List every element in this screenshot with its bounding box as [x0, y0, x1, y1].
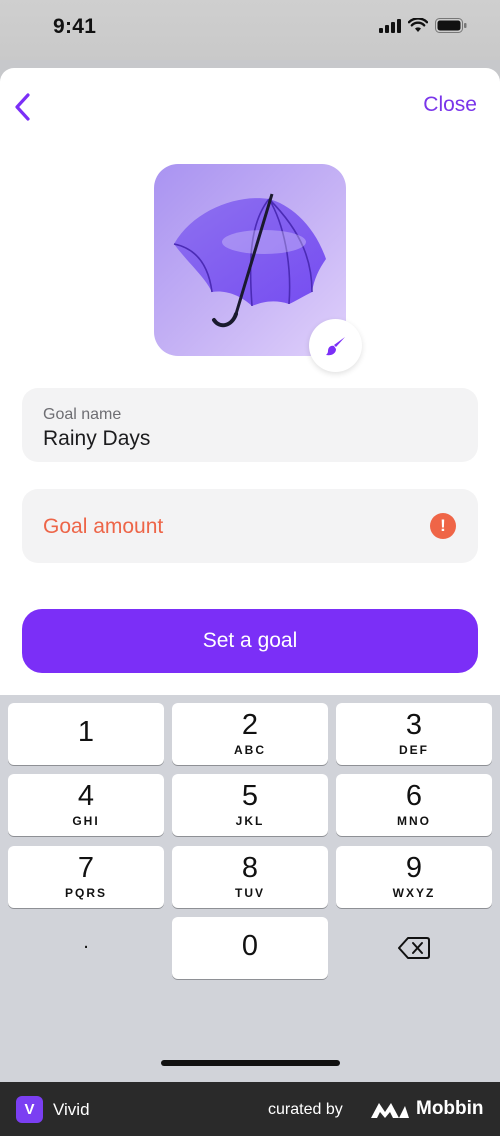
key-digit: 4 [77, 780, 95, 812]
key-digit: 0 [241, 930, 259, 962]
goal-name-field[interactable]: Goal name Rainy Days [22, 388, 478, 462]
key-digit: 2 [241, 709, 259, 741]
key-1[interactable]: 1 [8, 703, 164, 765]
paintbrush-icon [325, 336, 345, 355]
key-letters: DEF [399, 743, 429, 757]
key-letters: MNO [397, 814, 431, 828]
key-letters: JKL [235, 814, 265, 828]
key-decimal[interactable]: . [8, 917, 164, 979]
key-digit: 7 [77, 852, 95, 884]
curated-by-label: curated by [268, 1101, 343, 1118]
key-letters: WXYZ [392, 886, 436, 900]
goal-sheet: Close Goal name Rainy Days Goal amount !… [0, 68, 500, 698]
key-letters: TUV [235, 886, 265, 900]
edit-image-button[interactable] [309, 319, 362, 372]
set-goal-button[interactable]: Set a goal [22, 609, 478, 673]
status-bar: 9:41 [0, 0, 500, 60]
key-digit: 3 [405, 709, 423, 741]
close-button[interactable]: Close [423, 93, 477, 117]
status-time: 9:41 [53, 15, 97, 38]
error-icon: ! [430, 513, 456, 539]
key-7[interactable]: 7 PQRS [8, 846, 164, 908]
back-button[interactable] [8, 90, 36, 124]
key-digit: 6 [405, 780, 423, 812]
key-2[interactable]: 2 ABC [172, 703, 328, 765]
goal-name-label: Goal name [43, 406, 122, 423]
status-icons [379, 18, 467, 33]
mobbin-brand: Mobbin [416, 1098, 484, 1119]
home-indicator [161, 1060, 340, 1066]
key-0[interactable]: 0 [172, 917, 328, 979]
key-digit: 8 [241, 852, 259, 884]
key-letters: PQRS [64, 886, 107, 900]
wifi-icon [408, 18, 428, 32]
key-5[interactable]: 5 JKL [172, 774, 328, 836]
key-letters: GHI [72, 814, 100, 828]
battery-icon [435, 18, 467, 33]
app-name: Vivid [53, 1100, 90, 1119]
key-letters: ABC [234, 743, 266, 757]
goal-amount-input[interactable]: Goal amount [43, 515, 163, 539]
goal-amount-field[interactable]: Goal amount ! [22, 489, 478, 563]
key-8[interactable]: 8 TUV [172, 846, 328, 908]
key-3[interactable]: 3 DEF [336, 703, 492, 765]
mobbin-logo-icon [371, 1103, 409, 1118]
key-digit: 9 [405, 852, 423, 884]
key-6[interactable]: 6 MNO [336, 774, 492, 836]
key-digit: 1 [77, 716, 95, 748]
goal-name-input[interactable]: Rainy Days [43, 427, 150, 451]
key-9[interactable]: 9 WXYZ [336, 846, 492, 908]
cellular-signal-icon [379, 18, 401, 33]
chevron-left-icon [15, 93, 30, 121]
vivid-logo: V [16, 1096, 43, 1123]
delete-key[interactable] [336, 917, 492, 979]
key-4[interactable]: 4 GHI [8, 774, 164, 836]
backspace-icon [398, 937, 430, 959]
numeric-keypad: 1 2 ABC 3 DEF 4 GHI 5 JKL 6 MNO 7 PQRS 8… [0, 695, 500, 1082]
attribution-footer: V Vivid curated by Mobbin [0, 1082, 500, 1136]
key-digit: 5 [241, 780, 259, 812]
